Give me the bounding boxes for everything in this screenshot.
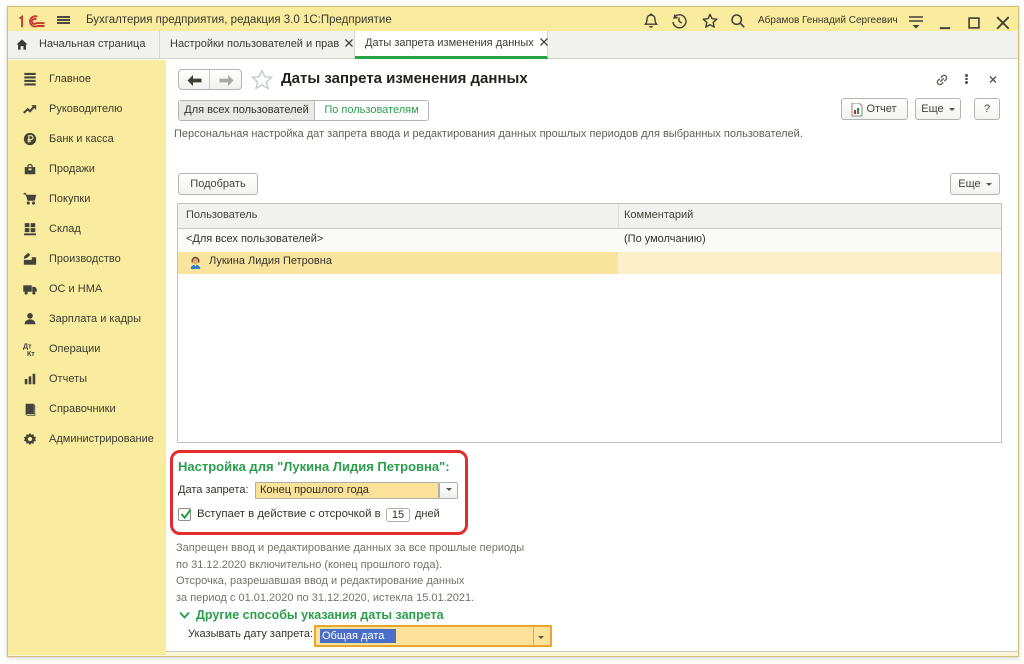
svg-text:Кт: Кт — [27, 350, 35, 356]
